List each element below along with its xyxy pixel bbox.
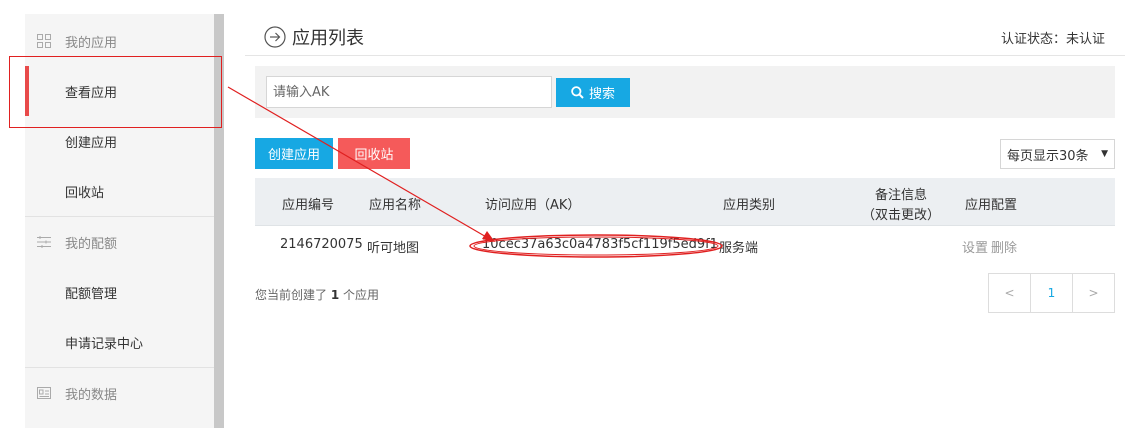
app-count-summary: 您当前创建了 1 个应用	[255, 286, 379, 303]
search-button[interactable]: 搜索	[556, 78, 630, 107]
search-icon	[571, 86, 584, 99]
summary-count: 1	[330, 288, 340, 302]
auth-status: 认证状态：未认证	[1000, 32, 1105, 47]
column-header-category: 应用类别	[723, 198, 776, 213]
column-header-app-id: 应用编号	[282, 198, 335, 213]
create-app-button[interactable]: 创建应用	[255, 138, 333, 169]
pagination-page-1[interactable]: 1	[1031, 274, 1073, 312]
summary-prefix: 您当前创建了	[255, 288, 328, 302]
caret-down-icon: ▼	[1101, 149, 1108, 159]
cell-app-name: 听可地图	[367, 241, 420, 256]
sidebar-item-label: 配额管理	[65, 286, 118, 302]
cell-category: 服务端	[719, 241, 759, 256]
annotation-highlight-box	[9, 56, 222, 128]
sidebar-item-quota-management[interactable]: 配额管理	[25, 267, 214, 317]
pagination: < 1 >	[988, 273, 1115, 313]
page-title: 应用列表	[264, 24, 364, 50]
header-divider	[245, 55, 1125, 56]
search-button-label: 搜索	[588, 87, 615, 102]
column-header-app-name: 应用名称	[369, 198, 422, 213]
page-size-select[interactable]: 每页显示30条 ▼	[1000, 139, 1115, 169]
cell-ak: 10cec37a63c0a4783f5cf119f5ed9f1	[482, 237, 718, 252]
sidebar-group-label: 我的配额	[65, 236, 118, 252]
page-size-value: 每页显示30条	[1007, 148, 1089, 164]
sidebar-item-label: 创建应用	[65, 135, 118, 151]
page-title-text: 应用列表	[292, 28, 364, 49]
recycle-bin-button[interactable]: 回收站	[338, 138, 410, 169]
sidebar-item-label: 申请记录中心	[65, 336, 144, 352]
sidebar-group-label: 我的应用	[65, 35, 118, 51]
list-icon	[37, 235, 51, 249]
sidebar-item-recycle-bin[interactable]: 回收站	[25, 166, 214, 216]
column-header-remark: 备注信息	[875, 188, 928, 203]
delete-link[interactable]: 删除	[991, 237, 1017, 256]
column-header-ak: 访问应用（AK）	[485, 198, 581, 213]
pagination-next-button[interactable]: >	[1073, 274, 1114, 312]
search-input[interactable]	[266, 76, 552, 108]
settings-link[interactable]: 设置	[962, 237, 988, 256]
cell-app-id: 2146720075	[280, 237, 363, 252]
sidebar-group-my-data[interactable]: 我的数据	[25, 368, 214, 418]
circle-arrow-right-icon	[264, 26, 286, 48]
column-header-remark-hint: （双击更改）	[862, 208, 941, 223]
table-header: 应用编号 应用名称 访问应用（AK） 应用类别 备注信息 （双击更改） 应用配置	[255, 178, 1115, 226]
sidebar-item-request-records[interactable]: 申请记录中心	[25, 317, 214, 367]
column-header-settings: 应用配置	[965, 198, 1018, 213]
sidebar-group-my-quota[interactable]: 我的配额	[25, 217, 214, 267]
sidebar-item-label: 回收站	[65, 185, 105, 201]
id-card-icon	[37, 386, 51, 400]
grid-icon	[37, 34, 51, 48]
summary-suffix: 个应用	[343, 288, 380, 302]
pagination-prev-button[interactable]: <	[989, 274, 1031, 312]
sidebar-group-label: 我的数据	[65, 387, 118, 403]
